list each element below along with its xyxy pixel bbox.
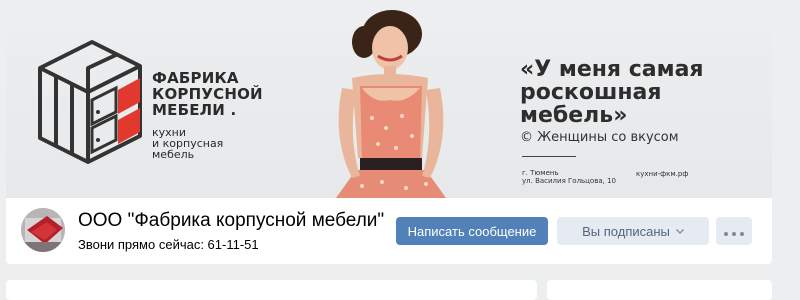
more-actions-button[interactable] [716, 217, 752, 245]
avatar-image [21, 208, 65, 252]
logo-subtitle-line: мебель [152, 148, 195, 161]
group-header-card: ФАБРИКА КОРПУСНОЙ МЕБЕЛИ . кухни и корпу… [6, 8, 772, 264]
avatar[interactable] [21, 208, 65, 252]
quote-line: «У меня самая [520, 57, 704, 82]
logo-icon [38, 40, 142, 164]
cover-address: г. Тюмень ул. Василия Гольцова, 10 [522, 169, 616, 185]
cover-image[interactable]: ФАБРИКА КОРПУСНОЙ МЕБЕЛИ . кухни и корпу… [6, 8, 772, 198]
quote-author: © Женщины со вкусом [520, 130, 679, 145]
more-dots-icon [724, 223, 744, 239]
content-card [6, 280, 537, 300]
divider [522, 156, 576, 157]
subscribed-label: Вы подписаны [582, 223, 670, 239]
cover-website: кухни-фкм.рф [636, 170, 689, 178]
logo-title-line: КОРПУСНОЙ [152, 85, 263, 103]
logo-subtitle: кухни и корпусная мебель [152, 127, 223, 160]
send-message-label: Написать сообщение [407, 223, 537, 239]
logo-title-line: МЕБЕЛИ . [152, 101, 237, 119]
chevron-down-icon [675, 226, 684, 236]
cover-quote: «У меня самая роскошная мебель» [520, 58, 704, 127]
address-line: ул. Василия Гольцова, 10 [522, 177, 616, 185]
address-line: г. Тюмень [522, 169, 559, 177]
group-status: Звони прямо сейчас: 61-11-51 [78, 237, 259, 252]
logo-title-line: ФАБРИКА [152, 69, 239, 87]
quote-line: роскошная [520, 80, 662, 105]
logo-title: ФАБРИКА КОРПУСНОЙ МЕБЕЛИ . [152, 70, 263, 118]
quote-line: мебель» [520, 103, 628, 128]
group-name: ООО "Фабрика корпусной мебели" [78, 210, 385, 231]
side-card [547, 280, 772, 300]
send-message-button[interactable]: Написать сообщение [396, 217, 548, 245]
subscribed-button[interactable]: Вы подписаны [557, 217, 709, 245]
model-photo [336, 10, 446, 198]
